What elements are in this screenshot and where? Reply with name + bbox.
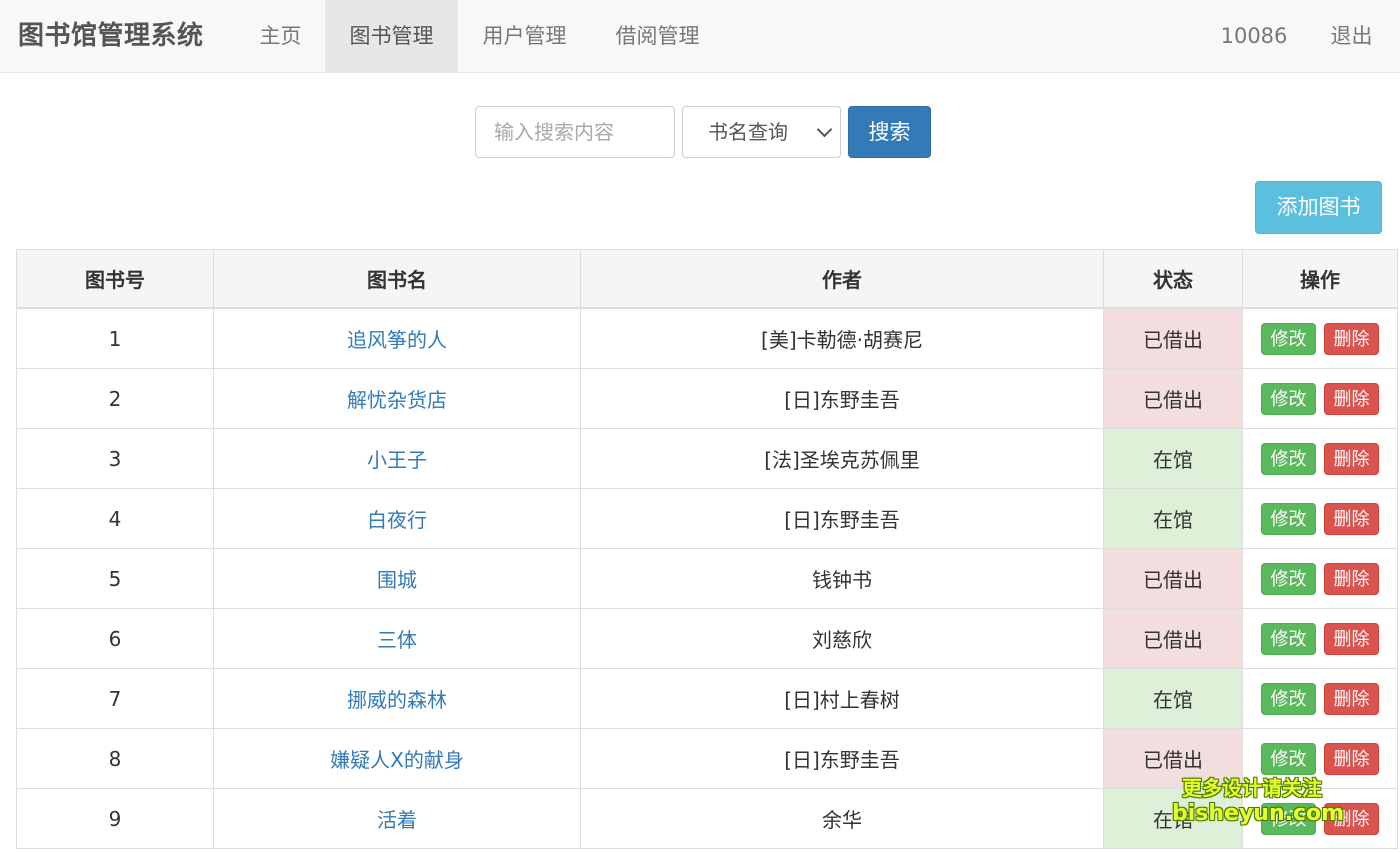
edit-button[interactable]: 修改	[1261, 322, 1316, 355]
header-actions: 操作	[1242, 249, 1398, 309]
navbar: 图书馆管理系统 主页 图书管理 用户管理 借阅管理 10086 退出	[0, 0, 1400, 73]
row-actions: 修改 删除	[1242, 548, 1398, 609]
header-book-name: 图书名	[213, 249, 581, 309]
delete-button[interactable]: 删除	[1324, 682, 1379, 715]
nav-item-user-management[interactable]: 用户管理	[458, 0, 591, 72]
header-author: 作者	[580, 249, 1104, 309]
status-badge: 在馆	[1103, 488, 1243, 549]
delete-button[interactable]: 删除	[1324, 742, 1379, 775]
edit-button[interactable]: 修改	[1261, 622, 1316, 655]
delete-button[interactable]: 删除	[1324, 442, 1379, 475]
book-author: 余华	[580, 788, 1104, 849]
table-row: 3 小王子 [法]圣埃克苏佩里 在馆 修改 删除	[16, 428, 1398, 489]
row-actions: 修改 删除	[1242, 307, 1398, 369]
status-badge: 已借出	[1103, 548, 1243, 609]
logout-link[interactable]: 退出	[1303, 0, 1400, 72]
table-row: 2 解忧杂货店 [日]东野圭吾 已借出 修改 删除	[16, 368, 1398, 429]
edit-button[interactable]: 修改	[1261, 382, 1316, 415]
book-id: 2	[16, 368, 214, 429]
header-status: 状态	[1103, 249, 1243, 309]
table-row: 5 围城 钱钟书 已借出 修改 删除	[16, 548, 1398, 609]
row-actions: 修改 删除	[1242, 368, 1398, 429]
book-name-link[interactable]: 围城	[213, 548, 581, 609]
row-actions: 修改 删除	[1242, 488, 1398, 549]
nav-item-home[interactable]: 主页	[236, 0, 325, 72]
user-id[interactable]: 10086	[1205, 0, 1303, 72]
book-id: 1	[16, 307, 214, 369]
book-author: 刘慈欣	[580, 608, 1104, 669]
nav-item-borrow-management[interactable]: 借阅管理	[591, 0, 724, 72]
status-badge: 已借出	[1103, 307, 1243, 369]
edit-button[interactable]: 修改	[1261, 442, 1316, 475]
book-id: 6	[16, 608, 214, 669]
add-book-button[interactable]: 添加图书	[1255, 181, 1382, 234]
book-id: 3	[16, 428, 214, 489]
book-author: [美]卡勒德·胡赛尼	[580, 307, 1104, 369]
book-name-link[interactable]: 追风筝的人	[213, 307, 581, 369]
watermark-line-2: bisheyun.com	[1172, 801, 1345, 826]
book-name-link[interactable]: 嫌疑人X的献身	[213, 728, 581, 789]
delete-button[interactable]: 删除	[1324, 382, 1379, 415]
watermark-line-1: 更多设计请关注	[1182, 776, 1322, 800]
table-row: 7 挪威的森林 [日]村上春树 在馆 修改 删除	[16, 668, 1398, 729]
book-table: 图书号 图书名 作者 状态 操作 1 追风筝的人 [美]卡勒德·胡赛尼 已借出 …	[16, 249, 1398, 849]
book-name-link[interactable]: 白夜行	[213, 488, 581, 549]
delete-button[interactable]: 删除	[1324, 562, 1379, 595]
edit-button[interactable]: 修改	[1261, 502, 1316, 535]
book-author: [日]东野圭吾	[580, 368, 1104, 429]
search-button[interactable]: 搜索	[848, 106, 931, 158]
edit-button[interactable]: 修改	[1261, 742, 1316, 775]
search-type-select[interactable]: 书名查询	[682, 106, 841, 158]
book-author: [日]村上春树	[580, 668, 1104, 729]
status-badge: 已借出	[1103, 368, 1243, 429]
search-input[interactable]	[475, 106, 675, 158]
header-book-id: 图书号	[16, 249, 214, 309]
book-name-link[interactable]: 活着	[213, 788, 581, 849]
row-actions: 修改 删除	[1242, 608, 1398, 669]
book-id: 7	[16, 668, 214, 729]
book-author: [日]东野圭吾	[580, 728, 1104, 789]
watermark: 更多设计请关注 bisheyun.com	[1172, 775, 1345, 827]
edit-button[interactable]: 修改	[1261, 682, 1316, 715]
table-row: 1 追风筝的人 [美]卡勒德·胡赛尼 已借出 修改 删除	[16, 307, 1398, 369]
book-id: 5	[16, 548, 214, 609]
book-name-link[interactable]: 小王子	[213, 428, 581, 489]
delete-button[interactable]: 删除	[1324, 622, 1379, 655]
book-name-link[interactable]: 挪威的森林	[213, 668, 581, 729]
table-row: 6 三体 刘慈欣 已借出 修改 删除	[16, 608, 1398, 669]
edit-button[interactable]: 修改	[1261, 562, 1316, 595]
brand-title[interactable]: 图书馆管理系统	[18, 0, 204, 72]
book-author: [日]东野圭吾	[580, 488, 1104, 549]
book-id: 4	[16, 488, 214, 549]
book-author: [法]圣埃克苏佩里	[580, 428, 1104, 489]
delete-button[interactable]: 删除	[1324, 322, 1379, 355]
row-actions: 修改 删除	[1242, 428, 1398, 489]
book-id: 9	[16, 788, 214, 849]
book-id: 8	[16, 728, 214, 789]
row-actions: 修改 删除	[1242, 668, 1398, 729]
status-badge: 已借出	[1103, 608, 1243, 669]
status-badge: 在馆	[1103, 428, 1243, 489]
chevron-down-icon	[816, 121, 833, 138]
search-type-value: 书名查询	[708, 120, 788, 144]
delete-button[interactable]: 删除	[1324, 502, 1379, 535]
table-header-row: 图书号 图书名 作者 状态 操作	[16, 249, 1398, 309]
nav-item-book-management[interactable]: 图书管理	[325, 0, 458, 72]
table-row: 4 白夜行 [日]东野圭吾 在馆 修改 删除	[16, 488, 1398, 549]
book-name-link[interactable]: 三体	[213, 608, 581, 669]
book-author: 钱钟书	[580, 548, 1104, 609]
book-name-link[interactable]: 解忧杂货店	[213, 368, 581, 429]
status-badge: 在馆	[1103, 668, 1243, 729]
